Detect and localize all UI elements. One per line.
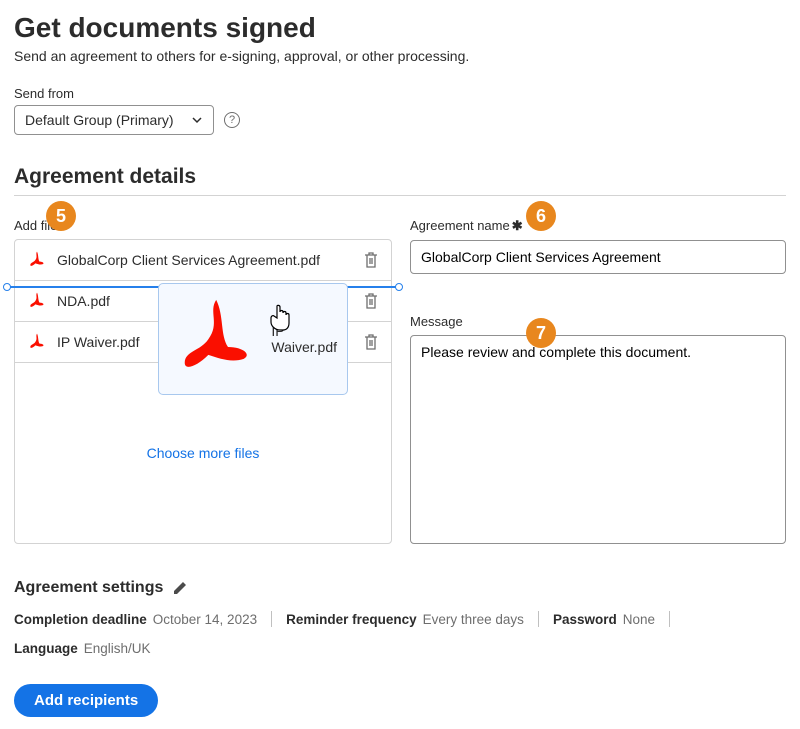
callout-badge-6: 6 xyxy=(526,201,556,231)
trash-icon[interactable] xyxy=(363,333,379,351)
page-subtitle: Send an agreement to others for e-signin… xyxy=(14,48,786,64)
send-from-value: Default Group (Primary) xyxy=(25,112,174,128)
trash-icon[interactable] xyxy=(363,251,379,269)
settings-summary: Completion deadline October 14, 2023 Rem… xyxy=(14,611,786,656)
agreement-name-label: Agreement name✱ xyxy=(410,218,786,234)
agreement-details-heading: Agreement details xyxy=(14,165,786,189)
pointer-cursor-icon xyxy=(268,304,292,332)
agreement-name-input[interactable] xyxy=(410,240,786,274)
agreement-settings-heading: Agreement settings xyxy=(14,579,163,597)
drag-ghost[interactable]: IP Waiver.pdf xyxy=(158,283,348,395)
callout-badge-7: 7 xyxy=(526,318,556,348)
divider xyxy=(538,611,539,627)
divider xyxy=(271,611,272,627)
page-title: Get documents signed xyxy=(14,12,786,44)
completion-deadline: Completion deadline October 14, 2023 xyxy=(14,612,257,627)
send-from-label: Send from xyxy=(14,86,786,101)
pencil-icon[interactable] xyxy=(173,581,187,595)
send-from-select[interactable]: Default Group (Primary) xyxy=(14,105,214,135)
help-icon[interactable]: ? xyxy=(224,112,240,128)
pdf-icon xyxy=(27,332,47,352)
password-setting: Password None xyxy=(553,612,655,627)
required-icon: ✱ xyxy=(512,218,523,233)
chevron-down-icon xyxy=(191,114,203,126)
pdf-icon xyxy=(27,291,47,311)
choose-more-files-link[interactable]: Choose more files xyxy=(147,445,260,461)
add-recipients-button[interactable]: Add recipients xyxy=(14,684,158,717)
divider xyxy=(669,611,670,627)
pdf-icon xyxy=(27,250,47,270)
divider xyxy=(14,195,786,196)
message-label: Message xyxy=(410,314,786,329)
file-row[interactable]: GlobalCorp Client Services Agreement.pdf xyxy=(15,240,391,281)
file-name: GlobalCorp Client Services Agreement.pdf xyxy=(57,252,353,268)
callout-badge-5: 5 xyxy=(46,201,76,231)
trash-icon[interactable] xyxy=(363,292,379,310)
message-textarea[interactable]: Please review and complete this document… xyxy=(410,335,786,544)
pdf-icon xyxy=(169,292,263,386)
language-setting: Language English/UK xyxy=(14,641,151,656)
reminder-frequency: Reminder frequency Every three days xyxy=(286,612,524,627)
